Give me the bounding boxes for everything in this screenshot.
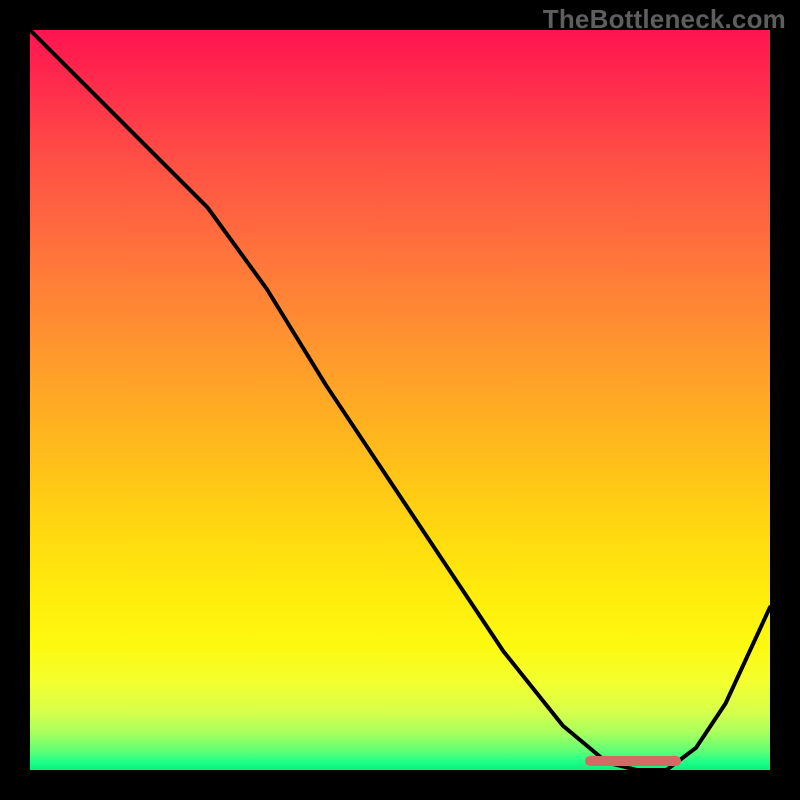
chart-stage: TheBottleneck.com (0, 0, 800, 800)
bottleneck-curve (30, 30, 770, 770)
curve-layer (30, 30, 770, 770)
sweet-spot-marker (585, 756, 681, 766)
gradient-plot-area (30, 30, 770, 770)
